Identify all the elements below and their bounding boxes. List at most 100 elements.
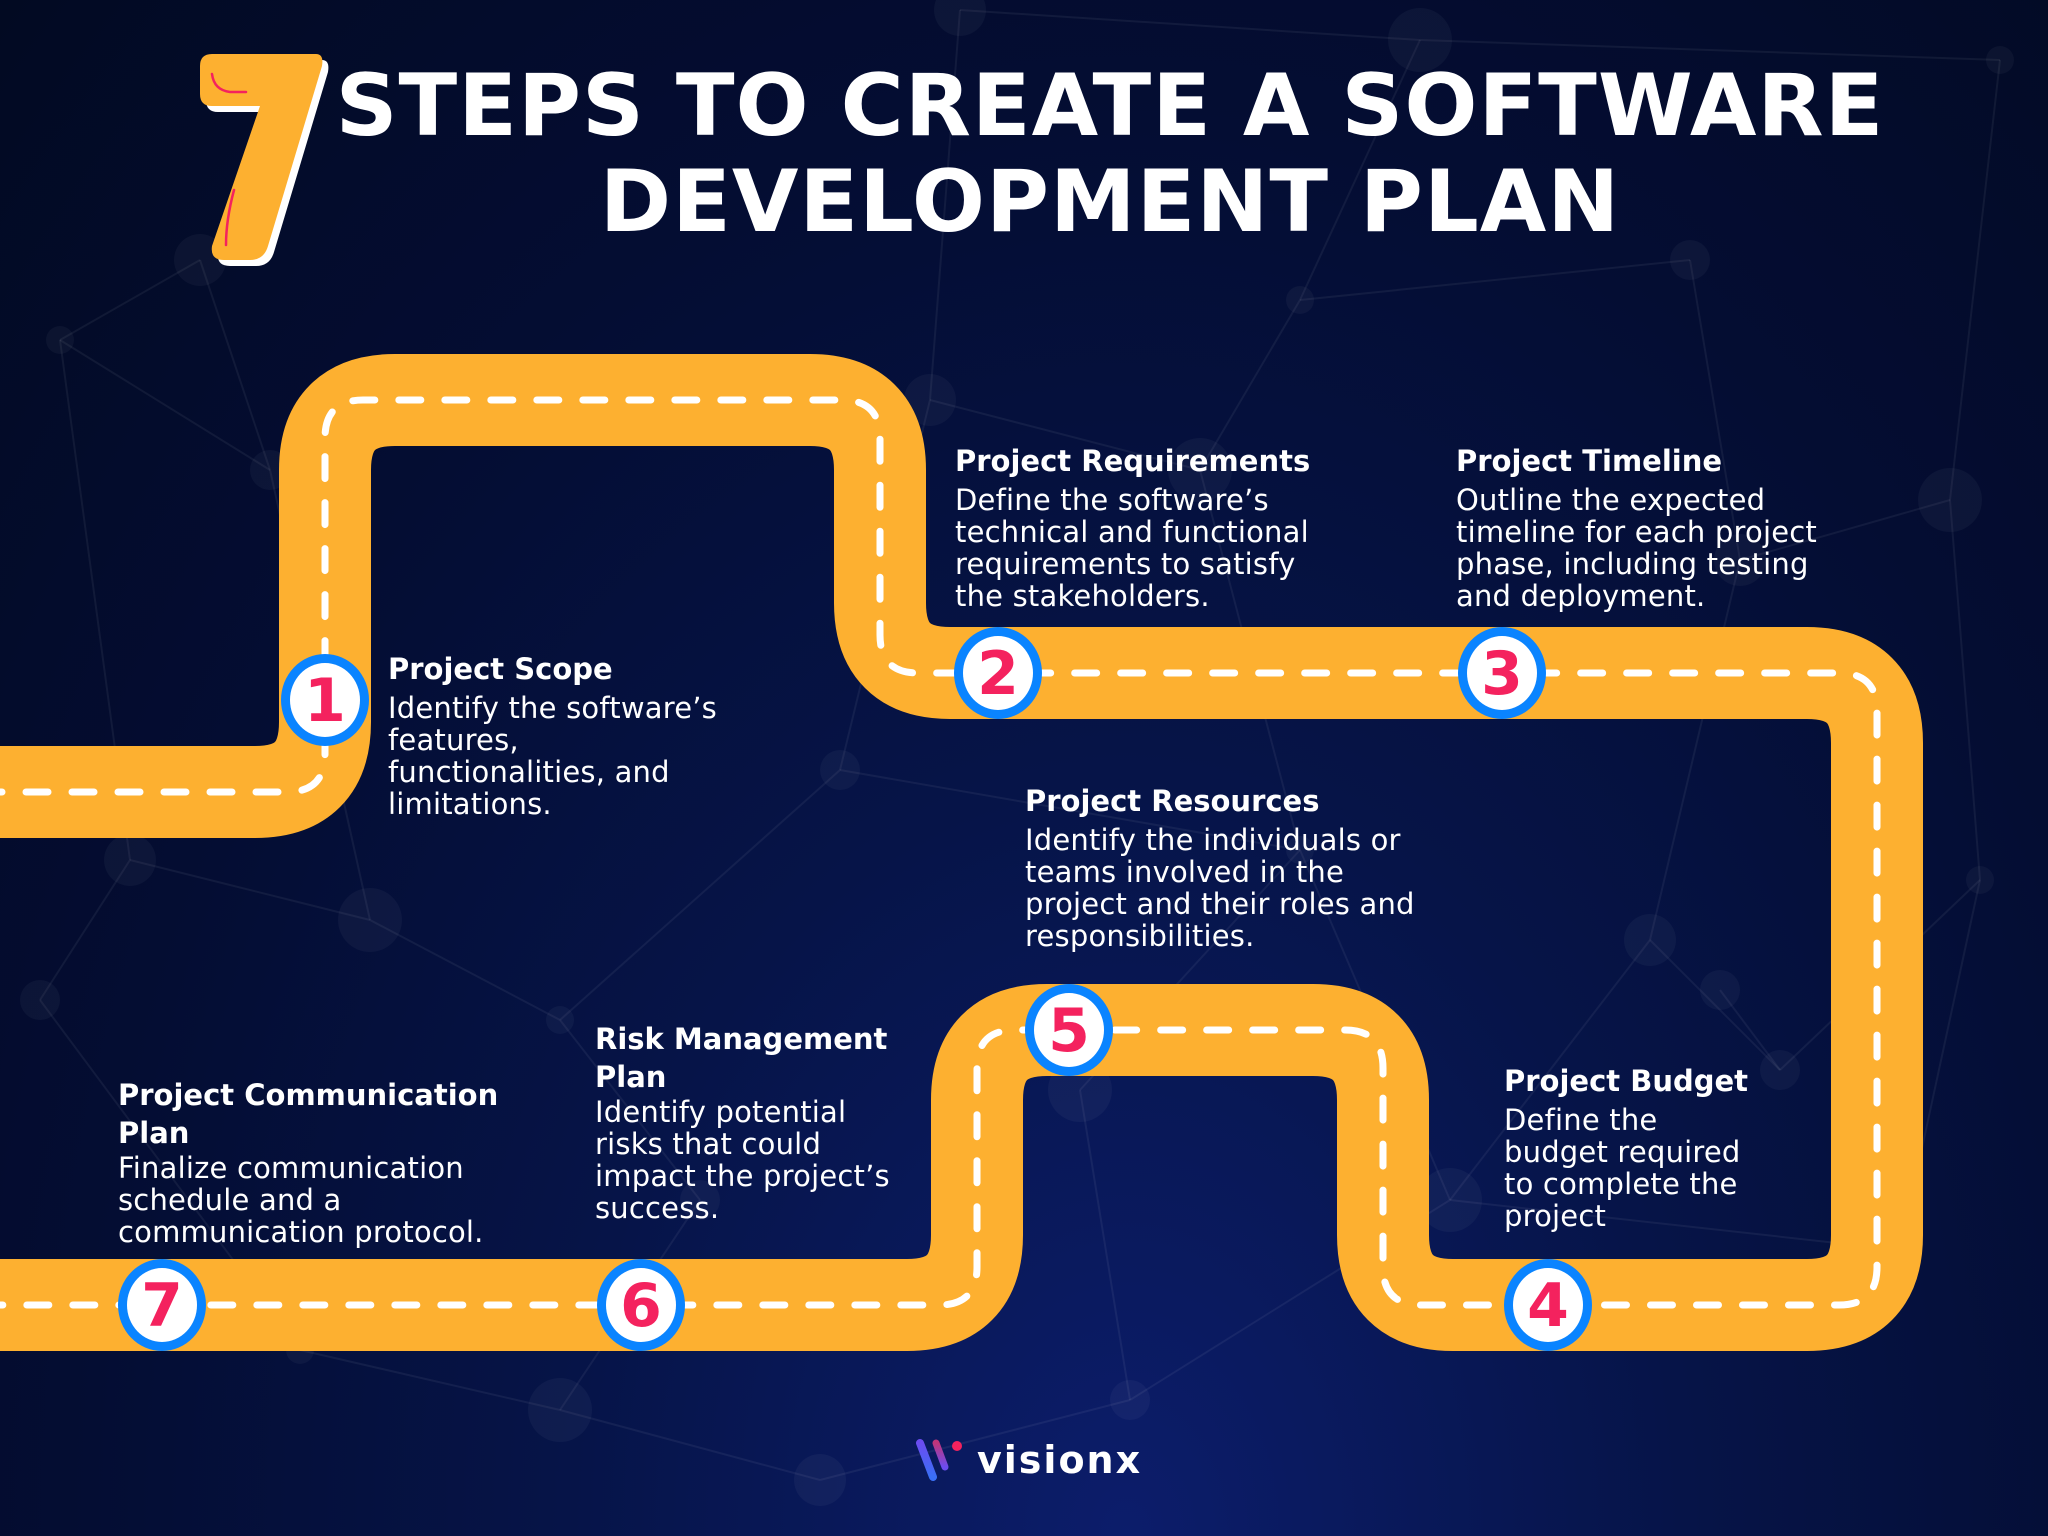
network-node (1760, 1050, 1800, 1090)
network-line (1299, 259, 1691, 301)
desc-line: Finalize communication (118, 1151, 464, 1185)
network-node (1624, 914, 1676, 966)
title-line: Plan (595, 1060, 667, 1094)
step-2-text: Project Requirements Define the software… (955, 442, 1310, 612)
step-1-marker: 1 (281, 654, 369, 746)
network-node (794, 1454, 846, 1506)
network-node (46, 326, 74, 354)
title-line-2: DEVELOPMENT PLAN (599, 152, 1621, 252)
title-line: Plan (118, 1116, 190, 1150)
title-line: Risk Management (595, 1022, 888, 1056)
step-4-text: Project Budget Define the budget require… (1504, 1062, 1748, 1232)
network-line (959, 9, 1421, 41)
marker-number: 4 (1527, 1271, 1569, 1341)
network-node (934, 0, 986, 36)
network-line (1949, 59, 2001, 501)
network-line (129, 859, 371, 921)
network-node (1700, 970, 1740, 1010)
step-description: Identify the individuals or teams involv… (1025, 824, 1415, 952)
desc-line: technical and functional (955, 515, 1309, 549)
desc-line: phase, including testing (1456, 547, 1809, 581)
marker-number: 1 (304, 666, 346, 736)
network-node (1966, 866, 1994, 894)
network-node (1918, 468, 1982, 532)
network-node (546, 1006, 574, 1034)
page-title: STEPS TO CREATE A SOFTWARE DEVELOPMENT P… (330, 58, 1890, 250)
desc-line: Define the (1504, 1103, 1658, 1137)
step-1-text: Project Scope Identify the software’s fe… (388, 650, 717, 820)
step-title: Project Timeline (1456, 444, 1723, 478)
title-line-1: STEPS TO CREATE A SOFTWARE (335, 56, 1885, 156)
desc-line: success. (595, 1191, 720, 1225)
network-node (104, 834, 156, 886)
marker-number: 7 (141, 1271, 183, 1341)
desc-line: Outline the expected (1456, 483, 1766, 517)
step-7-text: Project Communication Plan Finalize comm… (118, 1076, 498, 1248)
step-4-marker: 4 (1504, 1259, 1592, 1351)
step-3-marker: 3 (1458, 627, 1546, 719)
desc-line: teams involved in the (1025, 855, 1345, 889)
network-node (20, 980, 60, 1020)
title-number-seven (200, 54, 329, 266)
network-node (1286, 286, 1314, 314)
desc-line: features, (388, 723, 519, 757)
desc-line: Identify potential (595, 1095, 847, 1129)
brand-logo: visionx (915, 1437, 1142, 1483)
desc-line: communication protocol. (118, 1215, 484, 1249)
step-2-marker: 2 (954, 627, 1042, 719)
step-description: Finalize communication schedule and a co… (118, 1152, 498, 1248)
title-line: Project Communication (118, 1078, 499, 1112)
network-node (1110, 1380, 1150, 1420)
network-line (369, 919, 561, 1021)
network-line (199, 259, 271, 471)
seven-shape (200, 54, 329, 266)
network-node (338, 888, 402, 952)
step-description: Identify potential risks that could impa… (595, 1096, 890, 1224)
network-line (299, 1349, 561, 1411)
network-line (1949, 499, 1981, 881)
step-title: Risk Management Plan (595, 1020, 890, 1096)
network-node (820, 750, 860, 790)
network-line (559, 1409, 821, 1481)
step-3-text: Project Timeline Outline the expected ti… (1456, 442, 1817, 612)
desc-line: limitations. (388, 787, 552, 821)
network-line (1079, 1089, 1131, 1401)
step-description: Outline the expected timeline for each p… (1456, 484, 1817, 612)
desc-line: functionalities, and (388, 755, 670, 789)
desc-line: schedule and a (118, 1183, 342, 1217)
desc-line: risks that could (595, 1127, 822, 1161)
step-6-text: Risk Management Plan Identify potential … (595, 1020, 890, 1224)
desc-line: timeline for each project (1456, 515, 1817, 549)
desc-line: Identify the individuals or (1025, 823, 1401, 857)
desc-line: budget required (1504, 1135, 1741, 1169)
desc-line: project and their roles and (1025, 887, 1415, 921)
step-title: Project Requirements (955, 444, 1311, 478)
step-5-text: Project Resources Identify the individua… (1025, 782, 1415, 952)
step-title: Project Scope (388, 652, 613, 686)
network-node (528, 1378, 592, 1442)
network-node (1986, 46, 2014, 74)
network-line (59, 339, 271, 471)
desc-line: project (1504, 1199, 1607, 1233)
desc-line: impact the project’s (595, 1159, 890, 1193)
step-description: Identify the software’s features, functi… (388, 692, 717, 820)
step-6-marker: 6 (597, 1259, 685, 1351)
desc-line: requirements to satisfy (955, 547, 1296, 581)
desc-line: the stakeholders. (955, 579, 1210, 613)
desc-line: to complete the (1504, 1167, 1738, 1201)
desc-line: responsibilities. (1025, 919, 1255, 953)
marker-number: 2 (977, 639, 1019, 709)
marker-number: 3 (1481, 639, 1523, 709)
network-line (1649, 559, 1741, 941)
marker-number: 5 (1048, 996, 1090, 1066)
step-description: Define the software’s technical and func… (955, 484, 1310, 612)
step-description: Define the budget required to complete t… (1504, 1104, 1748, 1232)
step-title: Project Communication Plan (118, 1076, 498, 1152)
desc-line: Define the software’s (955, 483, 1269, 517)
step-7-marker: 7 (118, 1259, 206, 1351)
marker-number: 6 (620, 1271, 662, 1341)
step-title: Project Resources (1025, 784, 1320, 818)
step-title: Project Budget (1504, 1064, 1749, 1098)
desc-line: and deployment. (1456, 579, 1706, 613)
visionx-logo-icon (916, 1439, 962, 1481)
